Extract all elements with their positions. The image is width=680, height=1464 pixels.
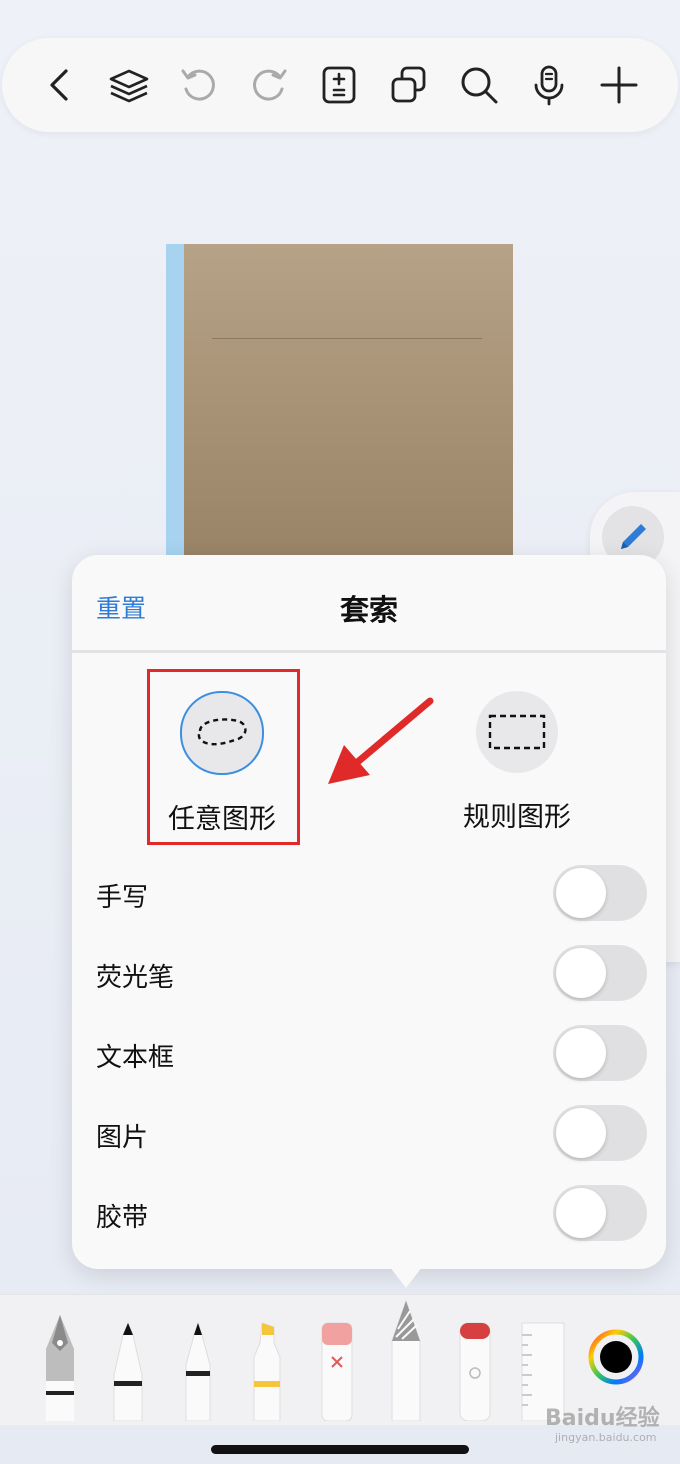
toggle-knob <box>556 868 606 918</box>
highlighter-icon[interactable] <box>250 1321 284 1425</box>
rectangle-lasso-icon <box>476 691 558 773</box>
toggle-knob <box>556 1108 606 1158</box>
lasso-tool-icon[interactable] <box>390 1299 422 1425</box>
notebook-cover[interactable] <box>166 244 513 556</box>
rectangle-lasso-option[interactable]: 规则图形 <box>427 691 607 834</box>
option-row-tape: 胶带 <box>72 1185 666 1241</box>
redo-icon[interactable] <box>244 60 294 110</box>
pen-icon[interactable] <box>112 1321 144 1425</box>
lasso-popover: 重置 套索 任意图形 规则图形 手写 荧光笔 文本框 图片 胶带 <box>72 555 666 1269</box>
option-row-handwriting: 手写 <box>72 865 666 921</box>
option-label: 图片 <box>96 1123 149 1153</box>
copy-icon[interactable] <box>384 60 434 110</box>
top-toolbar <box>2 38 678 132</box>
home-indicator[interactable] <box>211 1445 469 1454</box>
notebook-title-line <box>212 338 482 339</box>
undo-icon[interactable] <box>174 60 224 110</box>
textbox-toggle[interactable] <box>553 1025 647 1081</box>
eraser-icon[interactable] <box>320 1321 354 1425</box>
option-label: 手写 <box>96 883 149 913</box>
page-adjust-icon[interactable] <box>314 60 364 110</box>
microphone-icon[interactable] <box>524 60 574 110</box>
selection-highlight-box <box>147 669 300 845</box>
handwriting-toggle[interactable] <box>553 865 647 921</box>
notebook-cover-body <box>184 244 513 556</box>
image-toggle[interactable] <box>553 1105 647 1161</box>
watermark: Baidu经验 <box>545 1406 660 1431</box>
toggle-knob <box>556 1028 606 1078</box>
option-label: 荧光笔 <box>96 963 175 993</box>
add-icon[interactable] <box>594 60 644 110</box>
option-row-image: 图片 <box>72 1105 666 1161</box>
tape-toggle[interactable] <box>553 1185 647 1241</box>
search-icon[interactable] <box>454 60 504 110</box>
pointer-arrow-icon <box>328 697 434 784</box>
fineliner-icon[interactable] <box>182 1321 214 1425</box>
tape-icon[interactable] <box>458 1321 492 1425</box>
option-label: 文本框 <box>96 1043 175 1073</box>
color-picker-icon[interactable] <box>588 1329 644 1389</box>
toggle-knob <box>556 948 606 998</box>
highlighter-toggle[interactable] <box>553 945 647 1001</box>
option-label: 胶带 <box>96 1203 149 1233</box>
toggle-knob <box>556 1188 606 1238</box>
option-row-highlighter: 荧光笔 <box>72 945 666 1001</box>
watermark-sub: jingyan.baidu.com <box>555 1431 657 1444</box>
rectangle-lasso-label: 规则图形 <box>463 802 571 833</box>
divider <box>72 650 666 653</box>
notebook-spine <box>166 244 184 556</box>
layers-icon[interactable] <box>104 60 154 110</box>
popover-title: 套索 <box>339 593 398 627</box>
fountain-pen-icon[interactable] <box>40 1313 80 1425</box>
back-icon[interactable] <box>36 60 86 110</box>
option-row-textbox: 文本框 <box>72 1025 666 1081</box>
popover-pointer <box>386 1262 426 1288</box>
